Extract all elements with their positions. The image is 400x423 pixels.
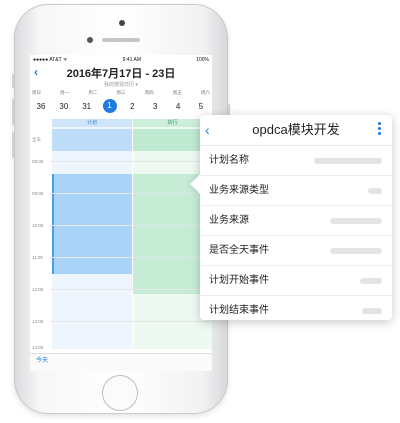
front-camera <box>119 20 125 26</box>
weekday-label: 周四 <box>144 90 154 95</box>
time-label: 12:00 <box>32 287 44 292</box>
field-value-placeholder <box>362 308 382 314</box>
date-cell[interactable]: 30 <box>54 102 74 111</box>
field-value-placeholder <box>330 218 382 224</box>
card-title: opdca模块开发 <box>252 122 340 137</box>
today-button[interactable]: 今天 <box>30 353 212 371</box>
field-label: 计划名称 <box>209 155 249 166</box>
field-row[interactable]: 业务来源类型 <box>200 176 392 206</box>
hour-divider <box>50 161 212 162</box>
volume-up-button <box>12 99 14 125</box>
back-chevron-icon[interactable]: ‹ <box>205 115 210 145</box>
plan-event-block[interactable] <box>52 174 132 274</box>
field-value-placeholder <box>360 278 382 284</box>
date-cell[interactable]: 36 <box>31 102 51 111</box>
weekday-row: 周日 周一 周二 周三 周四 周五 周六 <box>30 90 212 96</box>
mute-switch <box>12 74 14 88</box>
weekday-label: 周六 <box>200 90 210 95</box>
all-day-label: 全天 <box>32 137 41 142</box>
field-row[interactable]: 计划开始事件 <box>200 266 392 296</box>
date-cell[interactable]: 4 <box>168 102 188 111</box>
field-label: 业务来源 <box>209 215 249 226</box>
field-label: 计划开始事件 <box>209 275 269 286</box>
field-value-placeholder <box>368 188 382 194</box>
time-label: 13:00 <box>32 319 44 324</box>
battery-level: 100% <box>196 57 209 63</box>
calendar-title: 2016年7月17日 - 23日 <box>66 68 176 80</box>
date-cell[interactable]: 3 <box>145 102 165 111</box>
time-label: 11:00 <box>32 255 43 260</box>
plan-all-day-event[interactable] <box>52 129 132 151</box>
date-cell[interactable]: 31 <box>77 102 97 111</box>
field-row[interactable]: 业务来源 <box>200 206 392 236</box>
field-value-placeholder <box>314 158 382 164</box>
date-cell[interactable]: 5 <box>191 102 211 111</box>
status-time: 9:41 AM <box>122 57 142 63</box>
back-chevron-icon[interactable]: ‹ <box>34 65 38 79</box>
weekday-label: 周三 <box>116 90 126 95</box>
time-label: 09:00 <box>32 191 44 196</box>
plan-column[interactable]: 计划 <box>52 119 132 349</box>
weekday-label: 周五 <box>172 90 182 95</box>
day-grid: 计划 执行 全天 08:00 09:00 10:00 11:00 12:00 1… <box>30 119 212 350</box>
hour-divider <box>50 321 212 322</box>
volume-down-button <box>12 132 14 158</box>
hour-divider <box>50 289 212 290</box>
plan-column-header: 计划 <box>52 119 132 127</box>
calendar-subtitle[interactable]: 我的按週日历 ▾ <box>30 81 212 88</box>
earpiece-speaker <box>102 38 140 42</box>
weekday-label: 周日 <box>32 90 41 95</box>
status-bar: ●●●●● AT&T ᯤ 9:41 AM 100% <box>30 55 212 65</box>
hour-divider <box>50 193 212 194</box>
home-button[interactable] <box>102 375 138 411</box>
calendar-header: ‹ 2016年7月17日 - 23日 <box>30 65 212 81</box>
field-label: 业务来源类型 <box>209 185 269 196</box>
field-label: 计划结束事件 <box>209 305 269 316</box>
more-vertical-icon[interactable] <box>378 122 382 137</box>
carrier-signal: ●●●●● AT&T ᯤ <box>33 57 68 63</box>
date-row: 36 30 31 1 2 3 4 5 <box>30 98 212 114</box>
time-label: 10:00 <box>32 223 44 228</box>
date-cell-selected[interactable]: 1 <box>102 99 117 113</box>
hour-divider <box>50 225 212 226</box>
field-row[interactable]: 是否全天事件 <box>200 236 392 266</box>
hour-divider <box>50 257 212 258</box>
date-cell[interactable]: 2 <box>122 102 142 111</box>
field-value-placeholder <box>330 248 382 254</box>
field-row[interactable]: 计划名称 <box>200 146 392 176</box>
weekday-label: 周二 <box>88 90 98 95</box>
event-detail-card: ‹ opdca模块开发 计划名称 业务来源类型 业务来源 是否全天事件 计划开始… <box>190 115 392 320</box>
card-header: ‹ opdca模块开发 <box>200 115 392 146</box>
field-row[interactable]: 计划结束事件 <box>200 296 392 325</box>
time-label: 08:00 <box>32 159 44 164</box>
time-label: 14:00 <box>32 345 44 350</box>
proximity-sensor <box>87 37 93 43</box>
phone-screen: ●●●●● AT&T ᯤ 9:41 AM 100% ‹ 2016年7月17日 -… <box>30 55 212 371</box>
weekday-label: 周一 <box>60 90 70 95</box>
field-label: 是否全天事件 <box>209 245 269 256</box>
